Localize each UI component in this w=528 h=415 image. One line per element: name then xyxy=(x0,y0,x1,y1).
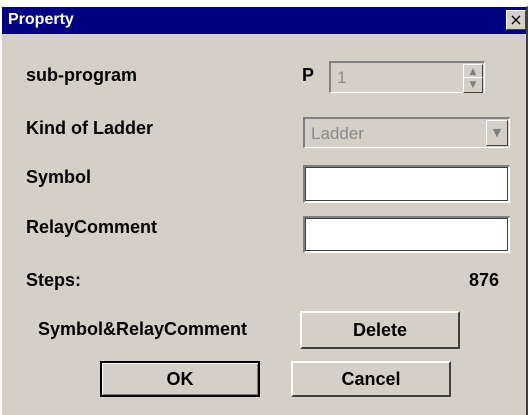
subprogram-label: sub-program xyxy=(26,65,138,85)
title-bar[interactable]: Property × xyxy=(2,7,526,34)
close-button[interactable]: × xyxy=(506,10,526,30)
chevron-down-icon: ▼ xyxy=(492,126,502,139)
steps-label: Steps: xyxy=(26,270,82,290)
close-icon: × xyxy=(509,10,523,29)
dropdown-button: ▼ xyxy=(486,120,508,146)
delete-button-label: Delete xyxy=(352,320,408,340)
cancel-button[interactable]: Cancel xyxy=(291,361,451,397)
subprogram-spinbox: 1 ▲ ▼ xyxy=(329,61,485,93)
cancel-button-label: Cancel xyxy=(341,369,401,389)
ok-button-label: OK xyxy=(166,369,194,389)
ok-button[interactable]: OK xyxy=(100,361,260,397)
kind-of-ladder-select: Ladder ▼ xyxy=(303,117,510,148)
kind-of-ladder-value: Ladder xyxy=(311,124,364,143)
window-title: Property xyxy=(8,11,74,28)
steps-value: 876 xyxy=(469,270,500,290)
spin-down-button: ▼ xyxy=(463,77,483,93)
subprogram-value: 1 xyxy=(337,68,347,87)
delete-button[interactable]: Delete xyxy=(300,311,460,349)
relay-comment-label: RelayComment xyxy=(26,217,158,237)
spin-up-icon: ▲ xyxy=(469,67,477,77)
symbol-relay-comment-label: Symbol&RelayComment xyxy=(38,319,248,339)
property-dialog: Property × sub-program P 1 ▲ ▼ Kind of L… xyxy=(0,6,528,415)
kind-of-ladder-label: Kind of Ladder xyxy=(26,118,153,138)
spin-down-icon: ▼ xyxy=(469,80,477,90)
symbol-label: Symbol xyxy=(26,167,92,187)
page: Property × sub-program P 1 ▲ ▼ Kind of L… xyxy=(0,0,528,415)
relay-comment-input[interactable] xyxy=(303,216,510,253)
p-label: P xyxy=(302,65,315,85)
symbol-input[interactable] xyxy=(303,165,510,203)
